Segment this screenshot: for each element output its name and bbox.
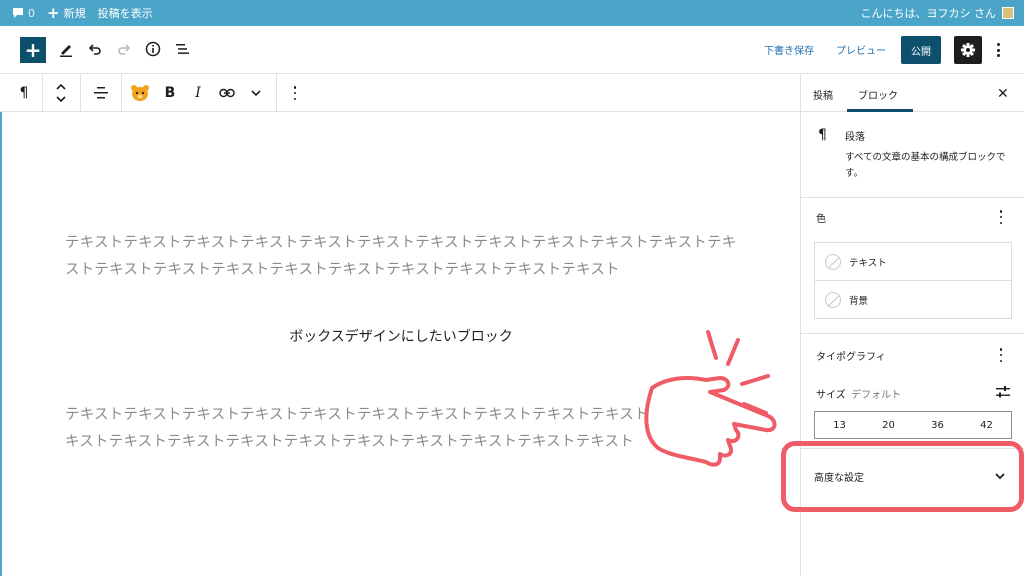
options-menu-button[interactable] — [992, 40, 1004, 60]
background-color-option[interactable]: 背景 — [815, 281, 1011, 319]
color-panel-title: 色 — [816, 214, 826, 225]
plugin-bear-button[interactable] — [128, 82, 152, 104]
bear-icon — [131, 85, 149, 101]
tab-post[interactable]: 投稿 — [813, 87, 833, 102]
publish-button[interactable]: 公開 — [901, 36, 941, 64]
toolbar-divider — [121, 74, 122, 112]
toolbar-divider — [42, 74, 43, 112]
details-button[interactable] — [142, 38, 164, 60]
avatar — [1002, 7, 1014, 19]
gear-icon — [961, 43, 975, 57]
vertical-ellipsis-icon — [291, 86, 299, 100]
block-inserter-button[interactable]: + — [20, 37, 46, 63]
block-options-button[interactable] — [283, 82, 307, 104]
settings-button[interactable] — [954, 36, 982, 64]
bold-button[interactable]: B — [158, 82, 182, 104]
font-size-label: サイズ — [816, 390, 846, 401]
comments-count: 0 — [28, 6, 35, 20]
font-size-option[interactable]: 13 — [815, 412, 864, 438]
view-post-link[interactable]: 投稿を表示 — [98, 0, 153, 26]
text-color-option[interactable]: テキスト — [815, 243, 1011, 281]
font-size-option[interactable]: 36 — [913, 412, 962, 438]
pencil-icon — [60, 45, 72, 57]
typography-panel-title: タイポグラフィ — [816, 352, 886, 363]
greeting: こんにちは、ヨフカシ さん — [860, 7, 997, 20]
highlight-box — [781, 441, 1024, 512]
block-title: 段落 — [845, 132, 865, 143]
background-color-label: 背景 — [849, 296, 869, 307]
text-color-label: テキスト — [849, 257, 887, 269]
italic-button[interactable]: I — [186, 82, 210, 104]
undo-icon — [88, 44, 101, 55]
block-card: ¶ 段落 すべての文章の基本の構成ブロックです。 — [801, 112, 1024, 198]
link-button[interactable] — [215, 82, 239, 104]
list-view-button[interactable] — [171, 38, 193, 60]
custom-size-button[interactable] — [995, 384, 1011, 403]
paragraph-block[interactable]: テキストテキストテキストテキストテキストテキストテキストテキストテキストテキスト… — [65, 230, 745, 283]
plus-icon: + — [47, 3, 60, 22]
sidebar-tabs: 投稿 ブロック ✕ — [801, 74, 1024, 112]
move-block-button[interactable] — [49, 82, 73, 104]
sliders-icon — [996, 386, 1010, 398]
block-toolbar: ¶ B I — [0, 74, 800, 112]
align-button[interactable] — [89, 82, 113, 104]
font-size-value: デフォルト — [851, 390, 901, 401]
paragraph-block-button[interactable]: ¶ — [12, 82, 36, 104]
typography-options-button[interactable] — [997, 348, 1005, 362]
account-menu[interactable]: こんにちは、ヨフカシ さん — [860, 0, 1014, 26]
color-settings-group: テキスト 背景 — [814, 242, 1012, 319]
align-center-icon — [94, 87, 108, 99]
close-sidebar-button[interactable]: ✕ — [997, 86, 1009, 102]
editor-header: + 下書き保存 プレビュー 公開 — [0, 26, 1024, 74]
redo-icon — [118, 44, 131, 55]
chevron-down-icon — [251, 90, 261, 97]
info-icon — [145, 41, 161, 57]
tools-button[interactable] — [55, 38, 77, 60]
link-icon — [219, 88, 235, 98]
chevron-up-down-icon — [56, 83, 66, 103]
new-label: 新規 — [63, 7, 86, 20]
tab-block[interactable]: ブロック — [858, 87, 898, 102]
comments-link[interactable]: 0 — [12, 0, 35, 26]
font-size-option[interactable]: 42 — [962, 412, 1011, 438]
color-options-button[interactable] — [997, 210, 1005, 224]
block-description: すべての文章の基本の構成ブロックです。 — [845, 152, 1006, 179]
toolbar-divider — [80, 74, 81, 112]
list-view-icon — [176, 44, 189, 54]
more-formats-button[interactable] — [244, 82, 268, 104]
font-size-option[interactable]: 20 — [864, 412, 913, 438]
undo-button[interactable] — [84, 38, 106, 60]
empty-color-swatch-icon — [825, 253, 841, 270]
empty-color-swatch-icon — [825, 292, 841, 308]
paragraph-block[interactable]: テキストテキストテキストテキストテキストテキストテキストテキストテキストテキスト… — [65, 402, 665, 455]
save-draft-button[interactable]: 下書き保存 — [764, 42, 814, 57]
preview-button[interactable]: プレビュー — [836, 42, 886, 57]
paragraph-icon: ¶ — [818, 127, 827, 143]
comment-icon — [13, 8, 23, 18]
new-content-link[interactable]: + 新規 — [47, 0, 86, 26]
admin-bar: 0 + 新規 投稿を表示 こんにちは、ヨフカシ さん — [0, 0, 1024, 26]
redo-button[interactable] — [113, 38, 135, 60]
font-size-picker: 13 20 36 42 — [814, 411, 1012, 439]
toolbar-divider — [276, 74, 277, 112]
pointing-hand-icon — [644, 330, 777, 467]
